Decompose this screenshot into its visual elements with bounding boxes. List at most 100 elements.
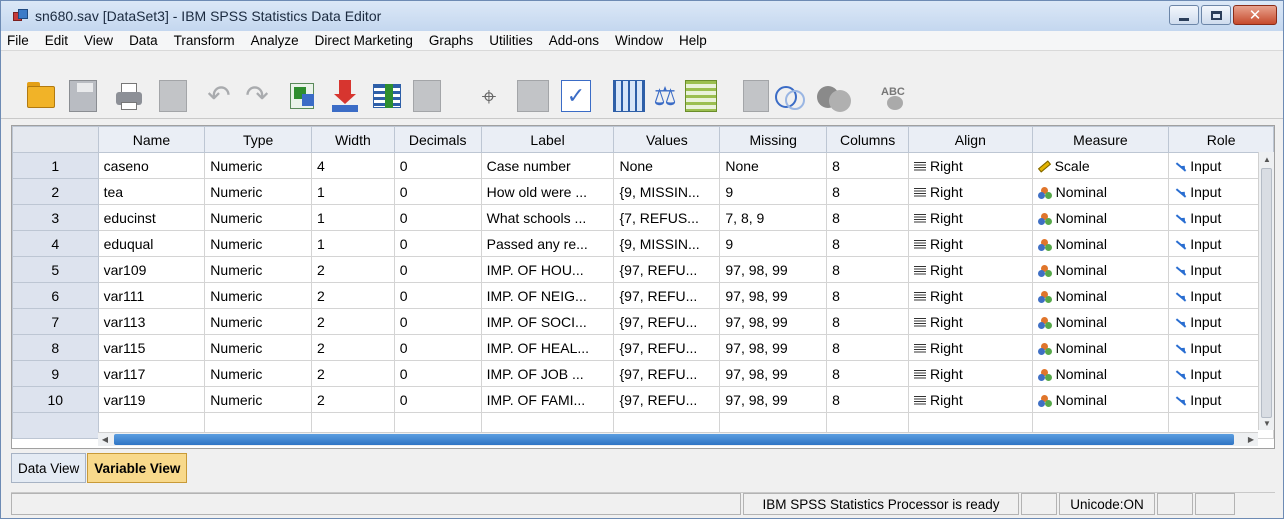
corner-cell[interactable] xyxy=(12,126,99,153)
cell-measure[interactable]: Nominal xyxy=(1031,282,1170,309)
cell-label[interactable]: IMP. OF HOU... xyxy=(480,256,615,283)
cell-name[interactable]: educinst xyxy=(97,204,206,231)
horizontal-scrollbar[interactable]: ◀ ▶ xyxy=(98,432,1258,446)
cell-label[interactable]: What schools ... xyxy=(480,204,615,231)
table-row[interactable]: 2 tea Numeric 1 0 How old were ... {9, MISSIN.… xyxy=(12,178,1274,205)
cell-measure[interactable]: Nominal xyxy=(1031,386,1170,413)
table-row[interactable]: 1 caseno Numeric 4 0 Case number None None 8 Righ… xyxy=(12,152,1274,179)
menu-view[interactable]: View xyxy=(76,33,121,48)
close-button[interactable]: ✕ xyxy=(1233,5,1277,25)
select-cases-icon[interactable] xyxy=(685,80,717,112)
cell-missing[interactable]: 97, 98, 99 xyxy=(719,282,828,309)
menu-help[interactable]: Help xyxy=(671,33,715,48)
cell-type[interactable]: Numeric xyxy=(204,282,312,309)
cell-measure[interactable]: Nominal xyxy=(1031,178,1170,205)
cell-missing[interactable]: None xyxy=(719,152,828,179)
menu-direct-marketing[interactable]: Direct Marketing xyxy=(307,33,421,48)
menu-data[interactable]: Data xyxy=(121,33,166,48)
cell-width[interactable]: 1 xyxy=(311,178,395,205)
menu-analyze[interactable]: Analyze xyxy=(243,33,307,48)
cell-columns[interactable]: 8 xyxy=(826,152,910,179)
cell-decimals[interactable]: 0 xyxy=(393,230,482,257)
table-row[interactable]: 8 var115 Numeric 2 0 IMP. OF HEAL... {97, REFU… xyxy=(12,334,1274,361)
row-number[interactable]: 8 xyxy=(12,334,99,361)
cell-align[interactable]: Right xyxy=(908,256,1033,283)
row-number[interactable]: 9 xyxy=(12,360,99,387)
cell-name[interactable]: eduqual xyxy=(97,230,206,257)
cell-missing[interactable]: 97, 98, 99 xyxy=(719,360,828,387)
cell-width[interactable]: 1 xyxy=(311,204,395,231)
go-to-variable-icon[interactable] xyxy=(329,80,361,112)
row-number[interactable]: 2 xyxy=(12,178,99,205)
run-descriptives-icon[interactable] xyxy=(413,80,441,112)
table-row[interactable]: 4 eduqual Numeric 1 0 Passed any re... {9, MIS… xyxy=(12,230,1274,257)
column-header-role[interactable]: Role xyxy=(1168,126,1274,153)
cell-label[interactable]: IMP. OF FAMI... xyxy=(480,386,615,413)
scroll-left-icon[interactable]: ◀ xyxy=(98,433,112,446)
cell-type[interactable]: Numeric xyxy=(204,360,312,387)
title-bar[interactable]: sn680.sav [DataSet3] - IBM SPSS Statisti… xyxy=(1,1,1283,31)
cell-align[interactable]: Right xyxy=(908,334,1033,361)
menu-utilities[interactable]: Utilities xyxy=(481,33,541,48)
cell-name[interactable]: tea xyxy=(97,178,206,205)
cell-align[interactable]: Right xyxy=(908,308,1033,335)
cell-values[interactable]: {9, MISSIN... xyxy=(613,230,721,257)
cell-type[interactable]: Numeric xyxy=(204,256,312,283)
cell-measure[interactable]: Scale xyxy=(1031,152,1170,179)
column-header-width[interactable]: Width xyxy=(311,126,395,153)
cell-align[interactable]: Right xyxy=(908,360,1033,387)
cell-type[interactable]: Numeric xyxy=(204,308,312,335)
row-number[interactable]: 6 xyxy=(12,282,99,309)
cell-decimals[interactable]: 0 xyxy=(393,334,482,361)
cell-label[interactable]: Passed any re... xyxy=(480,230,615,257)
tab-variable-view[interactable]: Variable View xyxy=(87,453,188,483)
menu-add-ons[interactable]: Add-ons xyxy=(541,33,607,48)
scroll-right-icon[interactable]: ▶ xyxy=(1244,433,1258,446)
cell-columns[interactable]: 8 xyxy=(826,308,910,335)
row-number[interactable]: 3 xyxy=(12,204,99,231)
cell-type[interactable]: Numeric xyxy=(204,386,312,413)
cell-measure[interactable]: Nominal xyxy=(1031,256,1170,283)
row-number[interactable]: 5 xyxy=(12,256,99,283)
cell-align[interactable]: Right xyxy=(908,178,1033,205)
cell-label[interactable]: IMP. OF SOCI... xyxy=(480,308,615,335)
show-all-variables-icon[interactable] xyxy=(817,80,851,112)
column-header-label[interactable]: Label xyxy=(480,126,615,153)
cell-values[interactable]: {97, REFU... xyxy=(613,308,721,335)
cell-missing[interactable]: 97, 98, 99 xyxy=(719,334,828,361)
maximize-button[interactable] xyxy=(1201,5,1231,25)
cell-columns[interactable]: 8 xyxy=(826,256,910,283)
cell-values[interactable]: {97, REFU... xyxy=(613,282,721,309)
cell-values[interactable]: {97, REFU... xyxy=(613,256,721,283)
tab-data-view[interactable]: Data View xyxy=(11,453,87,483)
cell-name[interactable]: var117 xyxy=(97,360,206,387)
cell-align[interactable]: Right xyxy=(908,386,1033,413)
row-number[interactable]: 4 xyxy=(12,230,99,257)
menu-edit[interactable]: Edit xyxy=(37,33,76,48)
insert-variable-icon[interactable]: ✓ xyxy=(561,80,591,112)
cell-width[interactable]: 4 xyxy=(311,152,395,179)
insert-cases-icon[interactable] xyxy=(517,80,549,112)
cell-name[interactable]: var109 xyxy=(97,256,206,283)
cell-values[interactable]: {97, REFU... xyxy=(613,360,721,387)
column-header-missing[interactable]: Missing xyxy=(719,126,828,153)
menu-transform[interactable]: Transform xyxy=(166,33,243,48)
cell-columns[interactable]: 8 xyxy=(826,204,910,231)
cell-label[interactable]: IMP. OF NEIG... xyxy=(480,282,615,309)
menu-file[interactable]: File xyxy=(1,33,37,48)
cell-missing[interactable]: 97, 98, 99 xyxy=(719,308,828,335)
cell-width[interactable]: 2 xyxy=(311,308,395,335)
cell-decimals[interactable]: 0 xyxy=(393,282,482,309)
column-header-values[interactable]: Values xyxy=(613,126,721,153)
cell-measure[interactable]: Nominal xyxy=(1031,230,1170,257)
open-folder-icon[interactable] xyxy=(25,80,57,112)
cell-missing[interactable]: 9 xyxy=(719,178,828,205)
column-header-type[interactable]: Type xyxy=(204,126,312,153)
cell-columns[interactable]: 8 xyxy=(826,360,910,387)
cell-decimals[interactable]: 0 xyxy=(393,152,482,179)
cell-values[interactable]: {97, REFU... xyxy=(613,334,721,361)
cell-decimals[interactable]: 0 xyxy=(393,386,482,413)
cell-values[interactable]: {7, REFUS... xyxy=(613,204,721,231)
use-sets-icon[interactable] xyxy=(773,80,805,112)
cell-type[interactable]: Numeric xyxy=(204,178,312,205)
